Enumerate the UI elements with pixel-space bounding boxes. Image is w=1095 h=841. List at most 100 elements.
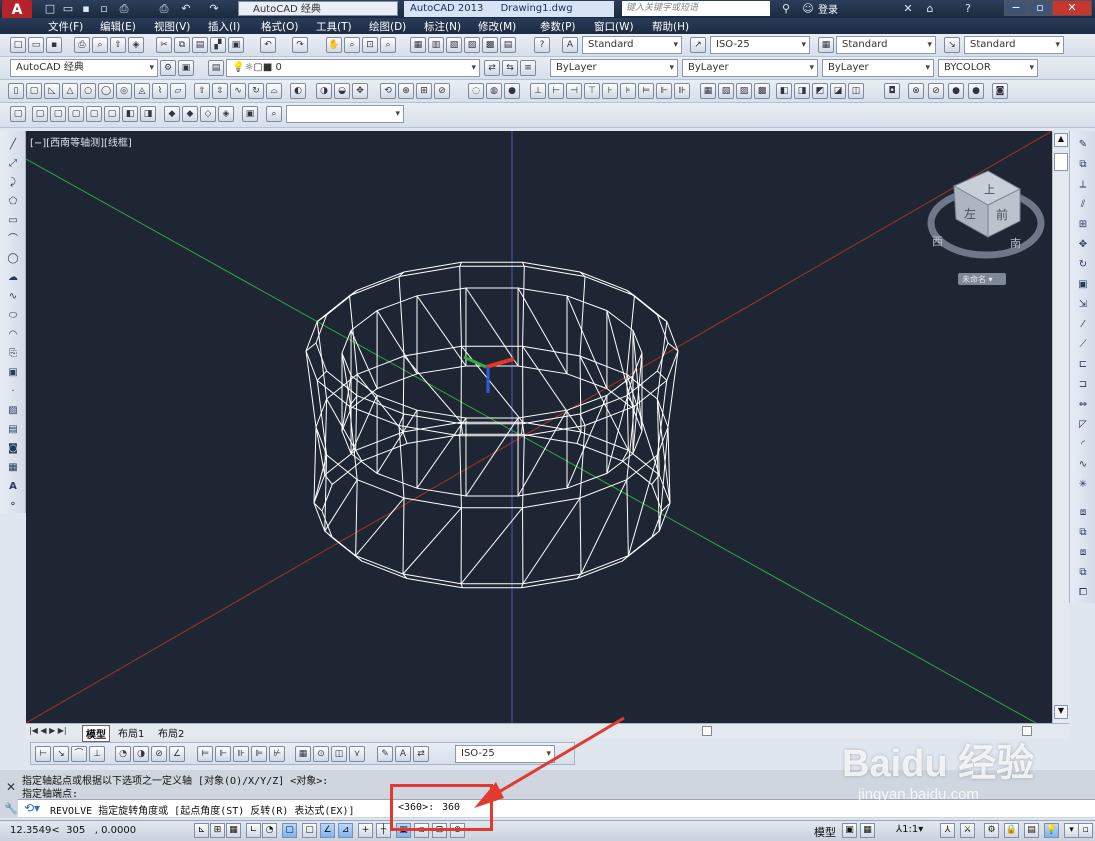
flatshot-icon[interactable]: ◩ [812,83,828,99]
preview-icon[interactable]: ⌕ [92,37,108,53]
inspect-icon[interactable]: ◫ [331,746,347,762]
mesh-icon[interactable]: ◫ [848,83,864,99]
blend-curves-icon[interactable]: ∿ [1075,457,1091,473]
array-icon[interactable]: ⊞ [1075,217,1091,233]
viewcube[interactable]: 上 左 前 西 南 未命名 ▾ [927,170,1045,285]
text-style-select[interactable]: Standard [582,36,682,54]
section-icon[interactable]: ◨ [794,83,810,99]
color-select[interactable]: ByLayer [550,59,678,77]
ucs-origin-icon[interactable]: ⊨ [638,83,654,99]
linetype-select[interactable]: ByLayer [682,59,818,77]
move-icon[interactable]: ✥ [1075,237,1091,253]
dim-style-select[interactable]: ISO-25 [710,36,810,54]
rectangle-icon[interactable]: ▭ [5,213,21,229]
join-icon[interactable]: ⇔ [1075,397,1091,413]
horizontal-scroll-thumb[interactable] [702,726,712,736]
menu-window[interactable]: 窗口(W) [594,19,634,34]
wedge-icon[interactable]: ◺ [44,83,60,99]
workspace-switch-icon[interactable]: ⚙ [984,823,999,838]
draw-order-above-icon[interactable]: ⧈ [1075,545,1091,561]
tolerance-icon[interactable]: ▦ [295,746,311,762]
3d-move-icon[interactable]: ✥ [352,83,368,99]
stretch-icon[interactable]: ⇲ [1075,297,1091,313]
linear-dim-icon[interactable]: ⊢ [35,746,51,762]
named-view-select[interactable] [286,105,404,123]
view-top-icon[interactable]: ▢ [10,106,26,122]
menu-format[interactable]: 格式(O) [261,19,298,34]
explode-icon[interactable]: ✳ [1075,477,1091,493]
plot-icon[interactable]: ⎙ [74,37,90,53]
dim-edit-icon[interactable]: ✎ [377,746,393,762]
saveas-icon[interactable]: ▫ [96,1,112,16]
plotstyle-select[interactable]: BYCOLOR [938,59,1038,77]
text-style-icon[interactable]: A [562,37,578,53]
revolve-icon[interactable]: ↻ [248,83,264,99]
circle-icon[interactable]: ◯ [5,251,21,267]
center-mark-icon[interactable]: ⊙ [313,746,329,762]
view-bottom-icon[interactable]: ▢ [32,106,48,122]
snap-icon[interactable]: ⊞ [210,823,225,838]
extrude-icon[interactable]: ⇧ [194,83,210,99]
help-search-input[interactable]: 键入关键字或短语 [622,1,770,16]
dim-style-icon[interactable]: ↗ [690,37,706,53]
menu-modify[interactable]: 修改(M) [478,19,516,34]
minimize-button[interactable]: − [1004,0,1028,16]
3d-align-icon[interactable]: ⊕ [398,83,414,99]
menu-dimension[interactable]: 标注(N) [424,19,461,34]
draw-order-under-icon[interactable]: ⧉ [1075,565,1091,581]
mirror-icon[interactable]: ⟂ [1075,177,1091,193]
pan-icon[interactable]: ✋ [326,37,342,53]
jogged-dim-icon[interactable]: ◑ [133,746,149,762]
gradient-icon[interactable]: ▤ [5,422,21,438]
scroll-thumb[interactable] [1054,153,1068,171]
scroll-up-button[interactable]: ▲ [1054,133,1068,147]
polygon-icon[interactable]: ⬠ [5,194,21,210]
view-manager-icon[interactable]: ◈ [218,106,234,122]
sphere-orange-icon[interactable]: ● [968,83,984,99]
publish-icon[interactable]: ⇪ [110,37,126,53]
lights-icon[interactable]: ▨ [736,83,752,99]
view-front-icon[interactable]: ▢ [86,106,102,122]
zoom-realtime-icon[interactable]: ⌕ [344,37,360,53]
plot-icon[interactable]: ⎙ [116,1,132,16]
annotation-visibility-icon[interactable]: ⅄ [940,823,955,838]
draw-order-back-icon[interactable]: ⧉ [1075,525,1091,541]
vertical-scrollbar[interactable]: ▲ ▼ [1052,131,1069,723]
tab-layout1[interactable]: 布局1 [118,725,144,740]
layer-select[interactable]: 💡☼▢■ 0 [226,59,480,77]
hardware-accel-icon[interactable]: ▤ [1024,823,1039,838]
render-window-icon[interactable]: ◙ [992,83,1008,99]
view-ne-iso-icon[interactable]: ◆ [164,106,180,122]
pyramid-icon[interactable]: ◬ [134,83,150,99]
scale-icon[interactable]: ▣ [1075,277,1091,293]
visual-style-hidden-icon[interactable]: ◍ [486,83,502,99]
cylinder-icon[interactable]: ◯ [98,83,114,99]
exchange-icon[interactable]: ✕ [900,1,916,16]
menu-parametric[interactable]: 参数(P) [540,19,576,34]
union-icon[interactable]: ◐ [290,83,306,99]
line-icon[interactable]: ╱ [5,137,21,153]
infer-constraints-icon[interactable]: ⊾ [194,823,209,838]
help-icon[interactable]: ? [960,1,976,16]
box-icon[interactable]: ▢ [26,83,42,99]
ucs-face-icon[interactable]: ⊤ [584,83,600,99]
3d-array-icon[interactable]: ⊞ [416,83,432,99]
quick-view-drawings-icon[interactable]: ▦ [860,823,875,838]
paste-icon[interactable]: ▤ [192,37,208,53]
hatch-icon[interactable]: ▨ [5,403,21,419]
aligned-dim-icon[interactable]: ↘ [53,746,69,762]
ducs-icon[interactable]: ⊿ [338,823,353,838]
convert-icon[interactable]: ◪ [830,83,846,99]
spline-icon[interactable]: ∿ [5,289,21,305]
ucs-object-icon[interactable]: ⊦ [602,83,618,99]
section-plane-icon[interactable]: ◧ [776,83,792,99]
diameter-dim-icon[interactable]: ⊘ [151,746,167,762]
view-camera-icon[interactable]: ◇ [200,106,216,122]
copy-icon[interactable]: ⧉ [174,37,190,53]
sphere-blue-icon[interactable]: ● [948,83,964,99]
visual-style-wire-icon[interactable]: ◌ [468,83,484,99]
intersect-icon[interactable]: ◒ [334,83,350,99]
3d-dwf-icon[interactable]: ◈ [128,37,144,53]
help-icon[interactable]: ? [534,37,550,53]
view-back-icon[interactable]: ▢ [104,106,120,122]
